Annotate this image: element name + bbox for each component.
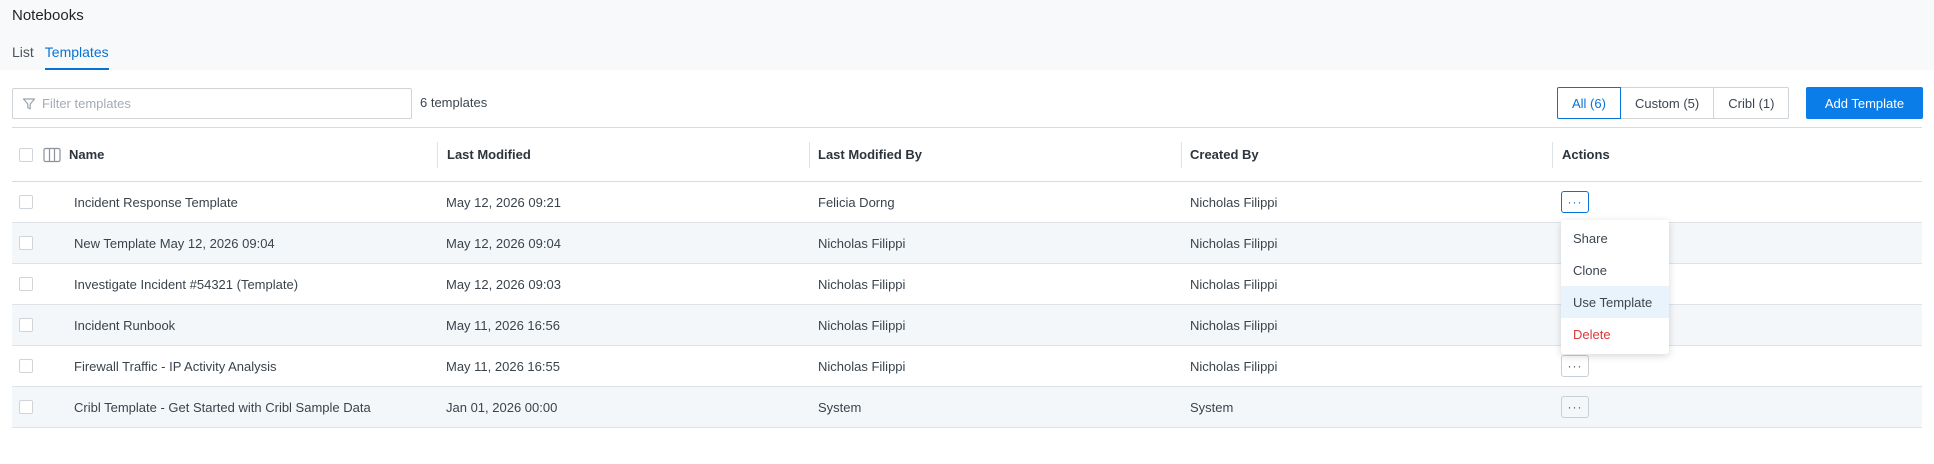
page-header: Notebooks List Templates	[0, 0, 1934, 70]
last-modified-by: Nicholas Filippi	[818, 358, 906, 374]
column-created-by[interactable]: Created By	[1190, 128, 1259, 181]
menu-item-share[interactable]: Share	[1561, 222, 1669, 254]
row-checkbox[interactable]	[19, 359, 33, 373]
created-by: Nicholas Filippi	[1190, 235, 1278, 251]
last-modified-by: System	[818, 399, 862, 415]
select-all-checkbox[interactable]	[19, 147, 33, 162]
tab-list[interactable]: List	[12, 44, 34, 70]
last-modified-by: Nicholas Filippi	[818, 235, 906, 251]
menu-item-clone[interactable]: Clone	[1561, 254, 1669, 286]
page-title: Notebooks	[12, 7, 84, 24]
column-actions: Actions	[1562, 147, 1610, 162]
column-picker-icon[interactable]	[43, 128, 61, 181]
column-last-modified[interactable]: Last Modified	[447, 128, 531, 181]
template-name[interactable]: Cribl Template - Get Started with Cribl …	[74, 387, 371, 427]
row-checkbox[interactable]	[19, 277, 33, 291]
last-modified-by: Felicia Dorng	[818, 194, 895, 210]
filter-all-button[interactable]: All (6)	[1557, 87, 1621, 119]
template-name[interactable]: Investigate Incident #54321 (Template)	[74, 264, 298, 304]
row-checkbox[interactable]	[19, 195, 33, 209]
created-by: Nicholas Filippi	[1190, 317, 1278, 333]
template-name[interactable]: Incident Response Template	[74, 182, 238, 222]
row-actions-menu: Share Clone Use Template Delete	[1561, 220, 1669, 354]
created-by: Nicholas Filippi	[1190, 358, 1278, 374]
row-checkbox	[19, 400, 33, 414]
last-modified: Jan 01, 2026 00:00	[446, 399, 558, 415]
column-divider[interactable]	[809, 142, 810, 168]
filter-cribl-button[interactable]: Cribl (1)	[1713, 87, 1790, 119]
table-header: Name Last Modified Last Modified By Crea…	[12, 127, 1922, 182]
table-row[interactable]: Cribl Template - Get Started with Cribl …	[12, 387, 1922, 428]
template-count: 6 templates	[420, 95, 488, 110]
column-divider[interactable]	[1552, 142, 1553, 168]
last-modified: May 12, 2026 09:03	[446, 276, 561, 292]
last-modified-by: Nicholas Filippi	[818, 317, 906, 333]
tab-templates[interactable]: Templates	[44, 44, 109, 70]
select-all-checkbox-cell	[19, 128, 33, 181]
row-actions-button[interactable]: ···	[1561, 396, 1589, 418]
tab-bar: List Templates	[12, 44, 120, 70]
row-checkbox[interactable]	[19, 236, 33, 250]
template-name[interactable]: New Template May 12, 2026 09:04	[74, 223, 275, 263]
last-modified: May 12, 2026 09:04	[446, 235, 561, 251]
add-template-button[interactable]: Add Template	[1806, 87, 1923, 119]
filter-custom-button[interactable]: Custom (5)	[1619, 87, 1715, 119]
created-by: Nicholas Filippi	[1190, 194, 1278, 210]
column-name[interactable]: Name	[69, 128, 104, 181]
last-modified: May 11, 2026 16:55	[446, 358, 560, 374]
filter-box	[12, 88, 412, 119]
last-modified: May 12, 2026 09:21	[446, 194, 561, 210]
type-filter: All (6) Custom (5) Cribl (1)	[1557, 87, 1790, 119]
table-row[interactable]: Incident Response Template May 12, 2026 …	[12, 182, 1922, 223]
row-actions-button[interactable]: ···	[1561, 191, 1589, 213]
filter-icon	[22, 97, 36, 111]
menu-item-delete[interactable]: Delete	[1561, 318, 1669, 350]
menu-item-use-template[interactable]: Use Template	[1561, 286, 1669, 318]
last-modified: May 11, 2026 16:56	[446, 317, 560, 333]
column-last-modified-by[interactable]: Last Modified By	[818, 128, 922, 181]
created-by: Nicholas Filippi	[1190, 276, 1278, 292]
created-by: System	[1190, 399, 1234, 415]
column-divider[interactable]	[1181, 142, 1182, 168]
filter-input[interactable]	[42, 96, 411, 111]
column-divider[interactable]	[437, 142, 438, 168]
row-actions-button[interactable]: ···	[1561, 355, 1589, 377]
template-name[interactable]: Firewall Traffic - IP Activity Analysis	[74, 346, 277, 386]
row-checkbox[interactable]	[19, 318, 33, 332]
template-name[interactable]: Incident Runbook	[74, 305, 175, 345]
last-modified-by: Nicholas Filippi	[818, 276, 906, 292]
